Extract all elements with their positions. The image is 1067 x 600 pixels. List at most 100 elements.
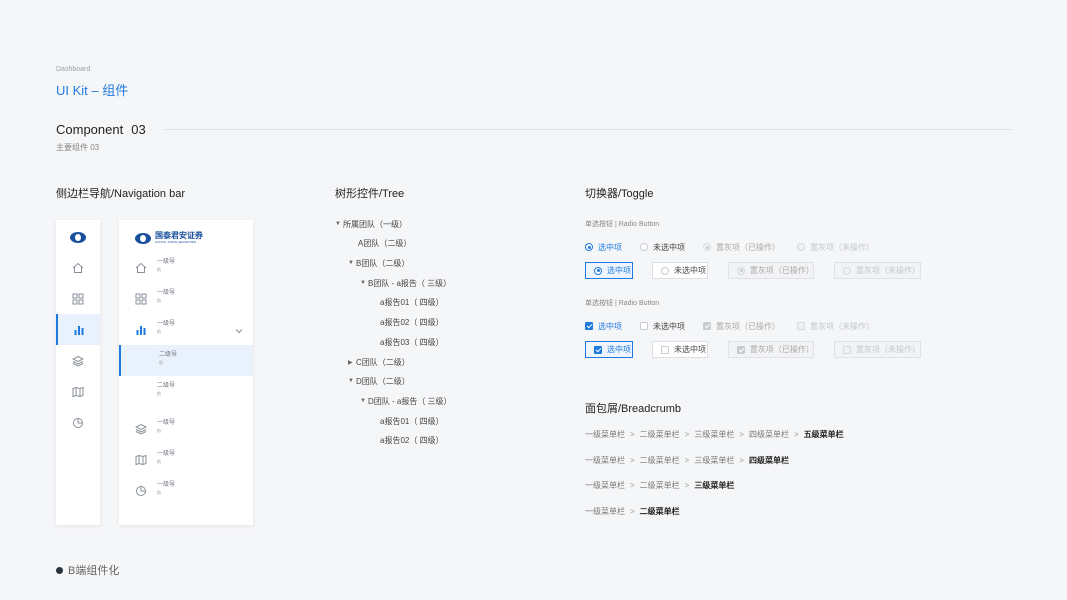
- breadcrumb-item[interactable]: 一级菜单栏: [585, 480, 625, 491]
- breadcrumb-item[interactable]: 一级菜单栏: [585, 506, 625, 517]
- sidebar-item-layers[interactable]: 一级导 航: [119, 413, 253, 444]
- checkbox-checked-icon: [594, 345, 602, 354]
- radio-unselected[interactable]: 未选中项: [640, 241, 685, 253]
- sidebar-collapsed-item-layers[interactable]: [56, 345, 100, 376]
- caret-down-icon[interactable]: ▼: [360, 280, 368, 286]
- tree-node[interactable]: ▶ C团队（二级）: [348, 356, 410, 368]
- radio-disabled: 置灰项（未操作）: [797, 241, 874, 253]
- checkbox-box-label: 未选中项: [674, 345, 706, 354]
- top-breadcrumb[interactable]: Dashboard: [56, 66, 90, 73]
- sidebar-collapsed-item-map[interactable]: [56, 376, 100, 407]
- checkbox-label: 选中项: [598, 321, 622, 331]
- pie-chart-icon: [73, 417, 83, 428]
- breadcrumb-item[interactable]: 四级菜单栏: [749, 429, 789, 440]
- breadcrumb-item[interactable]: 二级菜单栏: [640, 455, 680, 466]
- tree-node-label: D团队 - a报告（ 三级）: [368, 396, 452, 406]
- section-subtitle: 主要组件 03: [56, 143, 100, 152]
- radio-disabled-on-icon: [737, 266, 745, 275]
- sidebar-subitem[interactable]: 二级导 航: [119, 376, 253, 407]
- sidebar-item-sublabel: 航: [157, 428, 161, 433]
- brand-subname: GUOTAI JUNAN SECURITIES: [155, 240, 196, 244]
- tree-node[interactable]: a报告03（ 四级）: [380, 336, 444, 348]
- tree-node[interactable]: ▼ B团队（二级）: [348, 257, 409, 269]
- tree-node[interactable]: ▼ 所属团队（一级）: [335, 218, 407, 230]
- sidebar-item-chart[interactable]: 一级导 航: [119, 314, 253, 345]
- chevron-right-icon: >: [684, 480, 690, 490]
- sidebar-item-home[interactable]: 一级导 航: [119, 252, 253, 283]
- tree-node-label: A团队（二级）: [358, 238, 412, 248]
- chevron-right-icon: >: [630, 506, 635, 516]
- checkbox-box-unselected[interactable]: 未选中项: [652, 341, 708, 358]
- tree-node[interactable]: ▼ D团队 - a报告（ 三级）: [360, 395, 452, 407]
- checkbox-label: 未选中项: [653, 321, 685, 331]
- tree-node[interactable]: A团队（二级）: [358, 237, 411, 249]
- checkbox-box-selected[interactable]: 选中项: [585, 341, 633, 358]
- sidebar-item-sublabel: 航: [157, 267, 161, 272]
- breadcrumb-item[interactable]: 一级菜单栏: [585, 455, 625, 466]
- caret-down-icon[interactable]: ▼: [348, 378, 356, 384]
- breadcrumb-item[interactable]: 三级菜单栏: [694, 455, 734, 466]
- chevron-right-icon: >: [630, 480, 635, 490]
- sidebar-expanded: 国泰君安证券 GUOTAI JUNAN SECURITIES 一级导 航 一级导 …: [119, 220, 253, 525]
- sidebar-collapsed-item-pie[interactable]: [56, 407, 100, 438]
- section-number: 03: [131, 122, 146, 137]
- brand-logo: 国泰君安证券 GUOTAI JUNAN SECURITIES: [135, 232, 203, 244]
- checkbox-disabled-icon: [843, 345, 851, 354]
- breadcrumb: 一级菜单栏 > 二级菜单栏 > 三级菜单栏 > 四级菜单栏 > 五级菜单栏: [585, 428, 844, 440]
- checkbox-group-label: 单选按钮 | Radio Button: [585, 300, 660, 307]
- radio-box-label: 置灰项（已操作）: [749, 266, 814, 275]
- breadcrumb-item[interactable]: 一级菜单栏: [585, 429, 625, 440]
- checkbox-checked-icon: [585, 322, 593, 330]
- checkbox-disabled-icon: [797, 322, 805, 330]
- sidebar-collapsed-item-grid[interactable]: [56, 283, 100, 314]
- sidebar-collapsed-item-chart[interactable]: [56, 314, 100, 345]
- caret-down-icon[interactable]: ▼: [360, 398, 368, 404]
- radio-label: 选中项: [598, 242, 622, 252]
- sidebar-item-sublabel: 航: [157, 459, 161, 464]
- tree-node[interactable]: a报告02（ 四级）: [380, 316, 444, 328]
- bar-chart-icon: [136, 326, 146, 335]
- sidebar-item-map[interactable]: 一级导 航: [119, 444, 253, 475]
- breadcrumb-item[interactable]: 三级菜单栏: [694, 429, 734, 440]
- sidebar-item-label: 一级导: [157, 321, 176, 327]
- sidebar-item-pie[interactable]: 一级导 航: [119, 475, 253, 506]
- brand-name: 国泰君安证券: [155, 231, 203, 240]
- sidebar-collapsed: [56, 220, 100, 525]
- radio-disabled-icon: [797, 243, 805, 251]
- checkbox-label: 置灰项（未操作）: [810, 321, 874, 331]
- caret-down-icon[interactable]: ▼: [348, 260, 356, 266]
- chevron-down-icon[interactable]: [233, 325, 245, 337]
- tree-node-label: a报告02（ 四级）: [380, 317, 444, 327]
- sidebar-item-label: 一级导: [157, 482, 176, 488]
- sidebar-item-label: 一级导: [157, 290, 176, 296]
- checkbox-unselected[interactable]: 未选中项: [640, 320, 685, 332]
- chevron-right-icon: >: [794, 429, 799, 439]
- breadcrumb-item[interactable]: 二级菜单栏: [640, 429, 680, 440]
- tree-node[interactable]: a报告01（ 四级）: [380, 296, 444, 308]
- brand-logo-icon: [135, 232, 151, 244]
- tree-node-label: a报告02（ 四级）: [380, 435, 444, 445]
- tree-node[interactable]: a报告01（ 四级）: [380, 415, 444, 427]
- radio-box-selected[interactable]: 选中项: [585, 262, 633, 279]
- tree-node[interactable]: a报告02（ 四级）: [380, 434, 444, 446]
- sidebar-item-sublabel: 航: [157, 298, 161, 303]
- sidebar-collapsed-item-home[interactable]: [56, 252, 100, 283]
- caret-right-icon[interactable]: ▶: [348, 359, 356, 366]
- tree-node[interactable]: ▼ D团队（二级）: [348, 375, 410, 387]
- checkbox-disabled-checked-icon: [737, 345, 745, 354]
- sidebar-item-grid[interactable]: 一级导 航: [119, 283, 253, 314]
- page-title: UI Kit – 组件: [56, 83, 129, 98]
- home-icon: [135, 262, 147, 273]
- sidebar-subitem-active[interactable]: 二级导 航: [119, 345, 253, 376]
- checkbox-disabled-checked: 置灰项（已操作）: [703, 320, 780, 332]
- radio-group-label: 单选按钮 | Radio Button: [585, 221, 660, 228]
- checkbox-selected[interactable]: 选中项: [585, 320, 622, 332]
- breadcrumb-item[interactable]: 二级菜单栏: [640, 480, 680, 491]
- sidebar-item-sublabel: 航: [157, 329, 161, 334]
- caret-down-icon[interactable]: ▼: [335, 221, 343, 227]
- breadcrumb: 一级菜单栏 > 二级菜单栏: [585, 505, 680, 517]
- radio-selected[interactable]: 选中项: [585, 241, 622, 253]
- radio-box-unselected[interactable]: 未选中项: [652, 262, 708, 279]
- tree-node[interactable]: ▼ B团队 - a报告（ 三级）: [360, 277, 451, 289]
- grid-icon: [135, 293, 147, 305]
